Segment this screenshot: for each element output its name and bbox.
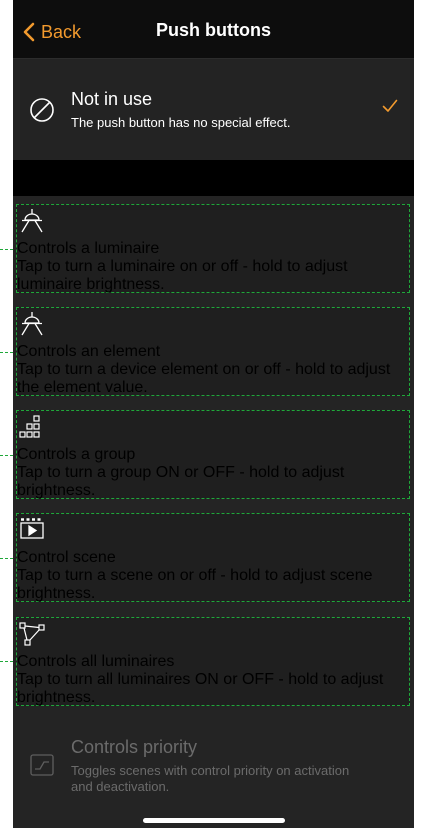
option-subtitle: The push button has no special effect. [71, 115, 291, 130]
option-controls-all-luminaires[interactable]: Controls all luminaires Tap to turn all … [16, 617, 410, 706]
navigation-bar: Back Push buttons [13, 0, 414, 59]
option-title: Controls priority [71, 737, 198, 757]
screen: Back Push buttons Not in use The push bu… [13, 0, 414, 828]
option-subtitle: Tap to turn a device element on or off -… [17, 361, 391, 396]
luminaire-icon [17, 209, 47, 239]
option-controls-priority: Controls priority Toggles scenes with co… [13, 716, 414, 816]
group-icon [17, 415, 47, 445]
scene-icon [17, 518, 47, 548]
option-title: Control scene [17, 549, 116, 566]
option-title: Not in use [71, 89, 153, 109]
option-title: Controls all luminaires [17, 653, 175, 670]
connector-line [0, 249, 13, 250]
element-icon [17, 312, 47, 342]
option-control-scene[interactable]: Control scene Tap to turn a scene on or … [16, 513, 410, 602]
option-subtitle: Tap to turn a scene on or off - hold to … [17, 567, 373, 602]
option-controls-group[interactable]: Controls a group Tap to turn a group ON … [16, 410, 410, 499]
checkmark-icon [382, 99, 398, 118]
option-subtitle: Tap to turn all luminaires ON or OFF - h… [17, 671, 384, 706]
prohibited-icon [27, 95, 57, 125]
option-title: Controls a group [17, 446, 136, 463]
connector-line [0, 352, 13, 353]
all-luminaires-icon [17, 622, 47, 652]
option-controls-luminaire[interactable]: Controls a luminaire Tap to turn a lumin… [16, 204, 410, 293]
option-subtitle: Toggles scenes with control priority on … [71, 763, 350, 794]
connector-line [0, 661, 13, 662]
connector-line [0, 558, 13, 559]
section-separator [13, 160, 414, 196]
option-not-in-use[interactable]: Not in use The push button has no specia… [13, 59, 414, 160]
option-title: Controls an element [17, 343, 161, 360]
page-title: Push buttons [156, 20, 271, 40]
connector-line [0, 455, 13, 456]
option-controls-element[interactable]: Controls an element Tap to turn a device… [16, 307, 410, 396]
home-indicator[interactable] [143, 818, 285, 823]
option-subtitle: Tap to turn a luminaire on or off - hold… [17, 258, 348, 293]
option-title: Controls a luminaire [17, 240, 160, 257]
priority-icon [27, 750, 57, 780]
option-subtitle: Tap to turn a group ON or OFF - hold to … [17, 464, 345, 499]
